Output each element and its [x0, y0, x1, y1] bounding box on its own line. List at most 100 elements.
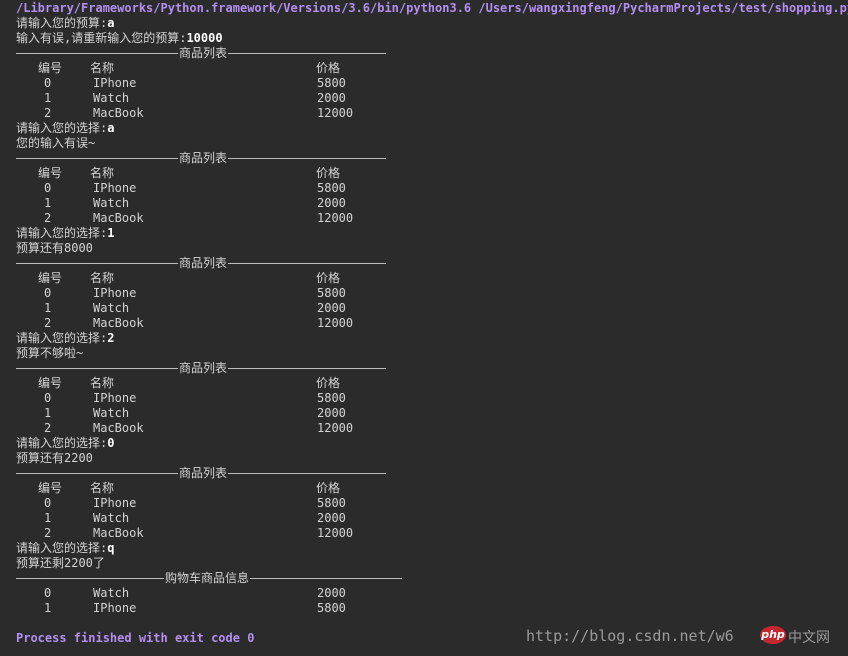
separator-title: 商品列表 [179, 361, 228, 375]
choice-prompt-line: 请输入您的选择:a [16, 121, 848, 136]
header-id: 编号 [38, 166, 63, 180]
invalid-message: 您的输入有误~ [16, 136, 96, 150]
prompt-text: 输入有误,请重新输入您的预算: [16, 31, 187, 45]
row-price: 12000 [317, 526, 354, 540]
row-id: 0 [44, 391, 52, 405]
row-id: 2 [44, 106, 52, 120]
product-table-header: 编号 名称 价格 [16, 271, 848, 286]
budget-prompt-line: 请输入您的预算:a [16, 16, 848, 31]
user-input: 1 [107, 226, 115, 240]
remaining-budget-message: 预算还有8000 [16, 241, 93, 255]
row-price: 2000 [317, 196, 346, 210]
row-name: MacBook [93, 316, 144, 330]
table-row: 1 Watch 2000 [16, 91, 848, 106]
row-id: 2 [44, 526, 52, 540]
row-id: 0 [44, 76, 52, 90]
row-name: MacBook [93, 421, 144, 435]
header-name: 名称 [90, 481, 115, 495]
table-row: 1 Watch 2000 [16, 196, 848, 211]
row-price: 2000 [317, 586, 346, 600]
cart-separator: 购物车商品信息 [16, 571, 848, 586]
header-name: 名称 [90, 61, 115, 75]
separator-title: 购物车商品信息 [165, 571, 250, 585]
row-name: IPhone [93, 496, 137, 510]
row-name: Watch [93, 301, 130, 315]
row-id: 1 [44, 196, 52, 210]
product-list-separator: 商品列表 [16, 256, 848, 271]
prompt-text: 请输入您的预算: [16, 16, 108, 30]
user-input: 10000 [186, 31, 223, 45]
product-table-header: 编号 名称 价格 [16, 481, 848, 496]
row-id: 0 [44, 286, 52, 300]
table-row: 1 Watch 2000 [16, 511, 848, 526]
prompt-text: 请输入您的选择: [16, 541, 108, 555]
choice-prompt-line: 请输入您的选择:q [16, 541, 848, 556]
final-remaining-message: 预算还剩2200了 [16, 556, 105, 570]
table-row: 2 MacBook 12000 [16, 526, 848, 541]
row-id: 2 [44, 316, 52, 330]
terminal-output: /Library/Frameworks/Python.framework/Ver… [0, 0, 848, 656]
row-id: 0 [44, 181, 52, 195]
row-id: 2 [44, 421, 52, 435]
row-id: 1 [44, 301, 52, 315]
choice-prompt-line: 请输入您的选择:0 [16, 436, 848, 451]
header-name: 名称 [90, 271, 115, 285]
row-id: 0 [44, 586, 52, 600]
row-price: 2000 [317, 511, 346, 525]
row-price: 5800 [317, 76, 346, 90]
row-price: 12000 [317, 211, 354, 225]
table-row: 0 IPhone 5800 [16, 181, 848, 196]
header-name: 名称 [90, 166, 115, 180]
row-price: 12000 [317, 421, 354, 435]
product-list-separator: 商品列表 [16, 466, 848, 481]
row-name: Watch [93, 91, 130, 105]
row-name: IPhone [93, 601, 137, 615]
row-price: 12000 [317, 106, 354, 120]
row-name: Watch [93, 196, 130, 210]
php-logo-icon: php [760, 626, 786, 644]
row-id: 1 [44, 91, 52, 105]
user-input: a [107, 121, 115, 135]
table-row: 2 MacBook 12000 [16, 316, 848, 331]
header-id: 编号 [38, 481, 63, 495]
product-table-header: 编号 名称 价格 [16, 376, 848, 391]
table-row: 0 IPhone 5800 [16, 76, 848, 91]
row-price: 5800 [317, 496, 346, 510]
product-list-separator: 商品列表 [16, 46, 848, 61]
row-price: 5800 [317, 181, 346, 195]
product-table-header: 编号 名称 价格 [16, 61, 848, 76]
remaining-budget-message: 预算还有2200 [16, 451, 93, 465]
separator-title: 商品列表 [179, 151, 228, 165]
header-price: 价格 [316, 481, 341, 495]
row-name: Watch [93, 511, 130, 525]
row-id: 1 [44, 511, 52, 525]
row-price: 2000 [317, 301, 346, 315]
not-enough-message: 预算不够啦~ [16, 346, 84, 360]
separator-title: 商品列表 [179, 46, 228, 60]
user-input: a [107, 16, 115, 30]
table-row: 2 MacBook 12000 [16, 421, 848, 436]
header-price: 价格 [316, 166, 341, 180]
header-price: 价格 [316, 61, 341, 75]
product-list-separator: 商品列表 [16, 361, 848, 376]
row-name: IPhone [93, 76, 137, 90]
row-name: IPhone [93, 181, 137, 195]
watermark-url: http://blog.csdn.net/w6 [526, 627, 734, 645]
header-id: 编号 [38, 61, 63, 75]
prompt-text: 请输入您的选择: [16, 121, 108, 135]
table-row: 0 IPhone 5800 [16, 391, 848, 406]
header-name: 名称 [90, 376, 115, 390]
header-price: 价格 [316, 376, 341, 390]
table-row: 0 Watch 2000 [16, 586, 848, 601]
user-input: 0 [107, 436, 115, 450]
header-id: 编号 [38, 271, 63, 285]
row-price: 12000 [317, 316, 354, 330]
row-name: IPhone [93, 391, 137, 405]
prompt-text: 请输入您的选择: [16, 436, 108, 450]
run-command: /Library/Frameworks/Python.framework/Ver… [16, 1, 848, 15]
choice-prompt-line: 请输入您的选择:2 [16, 331, 848, 346]
product-table-header: 编号 名称 价格 [16, 166, 848, 181]
header-id: 编号 [38, 376, 63, 390]
row-name: IPhone [93, 286, 137, 300]
watermark-site: 中文网 [788, 630, 830, 646]
